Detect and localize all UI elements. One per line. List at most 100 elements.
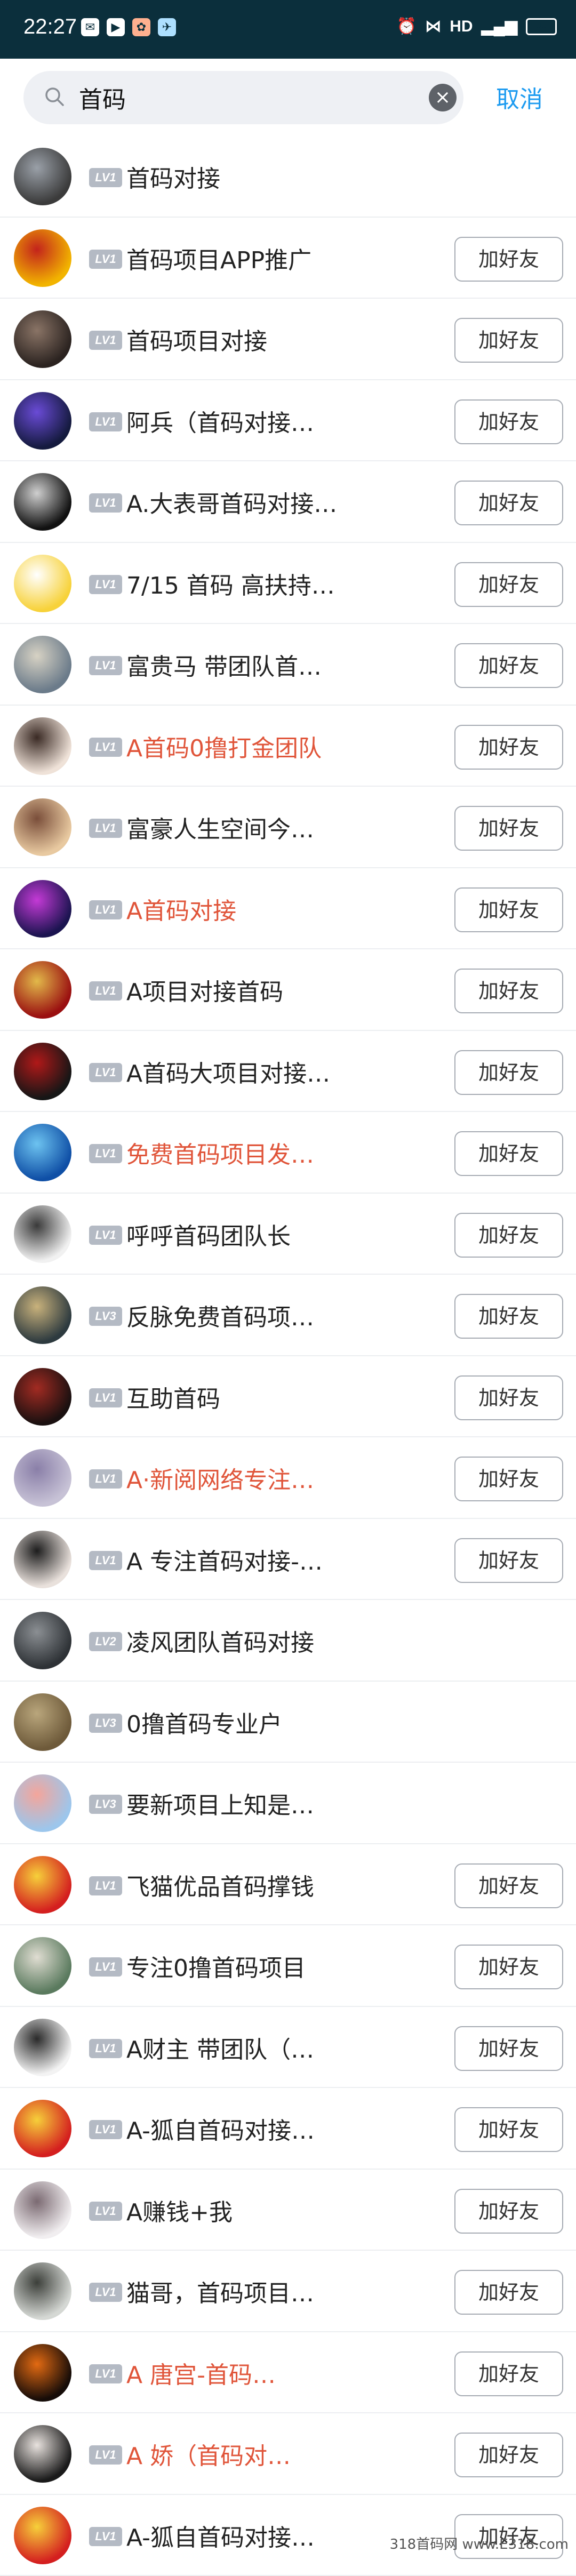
add-friend-button[interactable]: 加好友 xyxy=(454,481,563,525)
level-badge: LV1 xyxy=(89,656,122,675)
search-box[interactable]: × xyxy=(23,71,463,124)
list-item[interactable]: LV1A 娇（首码对…加好友 xyxy=(0,2413,576,2495)
avatar[interactable] xyxy=(14,392,71,450)
notification-icons: ✉ ▶ ✿ ✈ xyxy=(81,18,176,36)
add-friend-button[interactable]: 加好友 xyxy=(454,1131,563,1176)
add-friend-button[interactable]: 加好友 xyxy=(454,237,563,282)
list-item[interactable]: LV1首码项目APP推广加好友 xyxy=(0,218,576,299)
list-item[interactable]: LV1A 专注首码对接-…加好友 xyxy=(0,1519,576,1601)
avatar[interactable] xyxy=(14,1612,71,1669)
avatar[interactable] xyxy=(14,636,71,693)
user-name: A 专注首码对接-… xyxy=(126,1542,323,1577)
avatar[interactable] xyxy=(14,798,71,856)
avatar[interactable] xyxy=(14,555,71,612)
search-results-list: LV1首码对接LV1首码项目APP推广加好友LV1首码项目对接加好友LV1阿兵（… xyxy=(0,136,576,2576)
avatar[interactable] xyxy=(14,1043,71,1100)
user-name: A财主 带团队（… xyxy=(126,2030,314,2065)
add-friend-button[interactable]: 加好友 xyxy=(454,725,563,770)
list-item[interactable]: LV1阿兵（首码对接…加好友 xyxy=(0,380,576,462)
avatar[interactable] xyxy=(14,961,71,1019)
avatar[interactable] xyxy=(14,1937,71,1995)
add-friend-button[interactable]: 加好友 xyxy=(454,969,563,1013)
avatar[interactable] xyxy=(14,1693,71,1751)
status-time: 22:27 xyxy=(23,15,77,39)
add-friend-button[interactable]: 加好友 xyxy=(454,2351,563,2396)
add-friend-button[interactable]: 加好友 xyxy=(454,2189,563,2234)
list-item[interactable]: LV3反脉免费首码项…加好友 xyxy=(0,1275,576,1356)
list-item[interactable]: LV1A赚钱+我加好友 xyxy=(0,2170,576,2251)
avatar[interactable] xyxy=(14,2019,71,2076)
list-item[interactable]: LV1互助首码加好友 xyxy=(0,1356,576,1438)
list-item[interactable]: LV1A首码0撸打金团队加好友 xyxy=(0,706,576,787)
cancel-button[interactable]: 取消 xyxy=(496,80,543,114)
list-item[interactable]: LV1免费首码项目发…加好友 xyxy=(0,1112,576,1194)
level-badge: LV1 xyxy=(89,1388,122,1407)
avatar[interactable] xyxy=(14,880,71,938)
avatar[interactable] xyxy=(14,473,71,531)
add-friend-button[interactable]: 加好友 xyxy=(454,643,563,688)
list-item[interactable]: LV1A 唐宫-首码…加好友 xyxy=(0,2332,576,2414)
avatar[interactable] xyxy=(14,1449,71,1507)
list-item[interactable]: LV2凌风团队首码对接 xyxy=(0,1600,576,1682)
avatar[interactable] xyxy=(14,2181,71,2239)
add-friend-button[interactable]: 加好友 xyxy=(454,2107,563,2152)
video-icon: ▶ xyxy=(107,18,125,36)
avatar[interactable] xyxy=(14,1124,71,1181)
list-item[interactable]: LV1A首码大项目对接…加好友 xyxy=(0,1031,576,1113)
list-item[interactable]: LV1飞猫优品首码撑钱加好友 xyxy=(0,1844,576,1926)
search-icon xyxy=(44,86,65,107)
add-friend-button[interactable]: 加好友 xyxy=(454,1375,563,1420)
add-friend-button[interactable]: 加好友 xyxy=(454,1863,563,1908)
add-friend-button[interactable]: 加好友 xyxy=(454,562,563,607)
avatar[interactable] xyxy=(14,310,71,368)
add-friend-button[interactable]: 加好友 xyxy=(454,2270,563,2315)
add-friend-button[interactable]: 加好友 xyxy=(454,2026,563,2071)
list-item[interactable]: LV1首码项目对接加好友 xyxy=(0,299,576,380)
list-item[interactable]: LV1A·新阅网络专注…加好友 xyxy=(0,1437,576,1519)
add-friend-button[interactable]: 加好友 xyxy=(454,1538,563,1583)
list-item[interactable]: LV1富贵马 带团队首…加好友 xyxy=(0,624,576,706)
avatar[interactable] xyxy=(14,2507,71,2564)
list-item[interactable]: LV1A项目对接首码加好友 xyxy=(0,949,576,1031)
add-friend-button[interactable]: 加好友 xyxy=(454,2433,563,2477)
list-item[interactable]: LV1A-狐自首码对接…加好友 xyxy=(0,2088,576,2170)
add-friend-button[interactable]: 加好友 xyxy=(454,318,563,363)
avatar[interactable] xyxy=(14,1531,71,1588)
list-item[interactable]: LV1A财主 带团队（…加好友 xyxy=(0,2007,576,2089)
list-item[interactable]: LV3要新项目上知是… xyxy=(0,1763,576,1844)
link-icon: ⋈ xyxy=(425,17,441,36)
avatar[interactable] xyxy=(14,2425,71,2483)
list-item[interactable]: LV17/15 首码 高扶持…加好友 xyxy=(0,543,576,625)
avatar[interactable] xyxy=(14,2344,71,2402)
avatar[interactable] xyxy=(14,717,71,775)
avatar[interactable] xyxy=(14,229,71,287)
clear-search-icon[interactable]: × xyxy=(429,84,457,111)
list-item[interactable]: LV1富豪人生空间今…加好友 xyxy=(0,787,576,868)
avatar[interactable] xyxy=(14,1774,71,1832)
add-friend-button[interactable]: 加好友 xyxy=(454,1050,563,1095)
add-friend-button[interactable]: 加好友 xyxy=(454,1457,563,1501)
list-item[interactable]: LV1猫哥，首码项目…加好友 xyxy=(0,2251,576,2332)
list-item[interactable]: LV1A首码对接加好友 xyxy=(0,868,576,950)
list-item[interactable]: LV1专注0撸首码项目加好友 xyxy=(0,1925,576,2007)
search-input[interactable] xyxy=(79,71,410,124)
avatar[interactable] xyxy=(14,2100,71,2157)
list-item[interactable]: LV1首码对接 xyxy=(0,136,576,218)
list-item[interactable]: LV1呼呼首码团队长加好友 xyxy=(0,1194,576,1275)
add-friend-button[interactable]: 加好友 xyxy=(454,887,563,932)
add-friend-button[interactable]: 加好友 xyxy=(454,1945,563,1989)
list-item[interactable]: LV1A.大表哥首码对接…加好友 xyxy=(0,461,576,543)
level-badge: LV1 xyxy=(89,1957,122,1977)
avatar[interactable] xyxy=(14,1286,71,1344)
avatar[interactable] xyxy=(14,1368,71,1426)
avatar[interactable] xyxy=(14,1205,71,1263)
avatar[interactable] xyxy=(14,148,71,205)
add-friend-button[interactable]: 加好友 xyxy=(454,1294,563,1339)
avatar[interactable] xyxy=(14,1856,71,1914)
add-friend-button[interactable]: 加好友 xyxy=(454,1213,563,1258)
avatar[interactable] xyxy=(14,2262,71,2320)
list-item[interactable]: LV30撸首码专业户 xyxy=(0,1682,576,1763)
add-friend-button[interactable]: 加好友 xyxy=(454,806,563,851)
add-friend-button[interactable]: 加好友 xyxy=(454,399,563,444)
user-name: A 唐宫-首码… xyxy=(126,2356,276,2390)
